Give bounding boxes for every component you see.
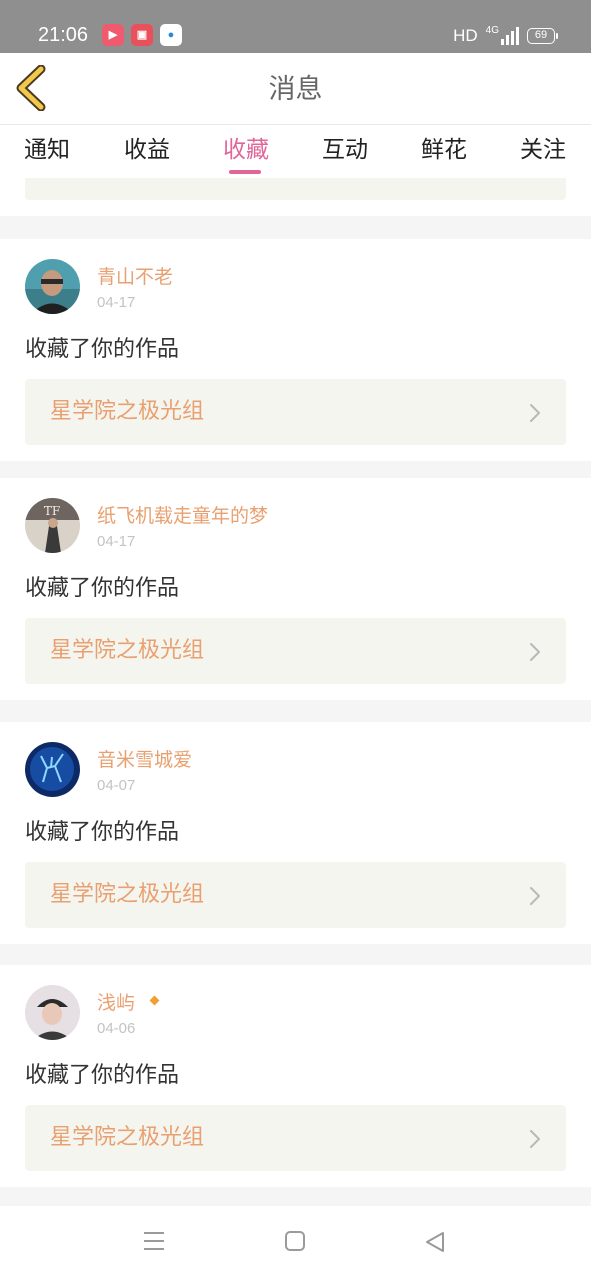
- timestamp: 04-17: [97, 533, 136, 550]
- battery-level: 69: [534, 29, 548, 41]
- message-list[interactable]: 青山不老 04-17 收藏了你的作品 星学院之极光组 TF 纸飞机载走童年的梦 …: [0, 178, 591, 1206]
- active-tab-indicator: [229, 170, 261, 174]
- username-text: 音米雪城爱: [97, 749, 193, 771]
- hd-label: HD: [453, 26, 478, 45]
- avatar[interactable]: [25, 259, 80, 314]
- work-link[interactable]: 星学院之极光组: [25, 379, 566, 445]
- network-label: 4G: [485, 24, 499, 36]
- work-link[interactable]: 星学院之极光组: [25, 1105, 566, 1171]
- home-icon[interactable]: [285, 1231, 305, 1251]
- chevron-right-icon: [530, 1130, 540, 1148]
- page-title: 消息: [268, 74, 323, 105]
- status-bar: 21:06 ▶ ▣ ● HD 4G 69: [0, 0, 591, 53]
- status-time: 21:06: [38, 24, 89, 46]
- tab-bar: 通知 收益 收藏 互动 鲜花 关注: [0, 126, 591, 178]
- list-item: TF 纸飞机载走童年的梦 04-17 收藏了你的作品 星学院之极光组: [0, 478, 591, 700]
- menu-icon[interactable]: [143, 1231, 165, 1251]
- username[interactable]: 浅屿: [97, 991, 160, 1015]
- username[interactable]: 音米雪城爱: [97, 748, 192, 772]
- timestamp: 04-06: [97, 1020, 136, 1037]
- svg-text:TF: TF: [44, 504, 60, 518]
- tab-flowers[interactable]: 鲜花: [421, 134, 467, 166]
- list-item: 青山不老 04-17 收藏了你的作品 星学院之极光组: [0, 239, 591, 461]
- battery-icon: 69: [527, 28, 558, 44]
- work-title: 星学院之极光组: [50, 638, 205, 663]
- work-title: 星学院之极光组: [50, 399, 205, 424]
- tab-interactions[interactable]: 互动: [322, 134, 368, 166]
- work-title: 星学院之极光组: [50, 1125, 205, 1150]
- list-item: 音米雪城爱 04-07 收藏了你的作品 星学院之极光组: [0, 722, 591, 944]
- username-text: 纸飞机载走童年的梦: [97, 505, 269, 527]
- status-indicators: HD 4G 69: [453, 24, 558, 47]
- list-item: 浅屿 04-06 收藏了你的作品 星学院之极光组: [0, 965, 591, 1187]
- vip-badge-icon: [149, 995, 160, 1006]
- chevron-right-icon: [530, 404, 540, 422]
- avatar[interactable]: [25, 742, 80, 797]
- tab-notifications[interactable]: 通知: [24, 134, 70, 166]
- username[interactable]: 青山不老: [97, 265, 173, 289]
- username-text: 青山不老: [97, 266, 174, 288]
- browser-app-icon: ●: [160, 24, 182, 46]
- back-icon[interactable]: [424, 1231, 446, 1253]
- timestamp: 04-17: [97, 294, 136, 311]
- work-link[interactable]: 星学院之极光组: [25, 862, 566, 928]
- chevron-right-icon: [530, 887, 540, 905]
- avatar[interactable]: TF: [25, 498, 80, 553]
- timestamp: 04-07: [97, 777, 136, 794]
- video-app-icon: ▶: [102, 24, 124, 46]
- recorder-app-icon: ▣: [131, 24, 153, 46]
- work-link[interactable]: [25, 178, 566, 200]
- chevron-right-icon: [530, 643, 540, 661]
- system-nav-bar: [0, 1206, 591, 1280]
- action-text: 收藏了你的作品: [25, 820, 180, 845]
- avatar[interactable]: [25, 985, 80, 1040]
- action-text: 收藏了你的作品: [25, 1063, 180, 1088]
- signal-icon: [501, 27, 519, 45]
- header: 消息: [0, 53, 591, 125]
- username[interactable]: 纸飞机载走童年的梦: [97, 504, 268, 528]
- work-link[interactable]: 星学院之极光组: [25, 618, 566, 684]
- tab-following[interactable]: 关注: [520, 134, 566, 166]
- tab-earnings[interactable]: 收益: [124, 134, 170, 166]
- list-item: [0, 178, 591, 216]
- tab-favorites[interactable]: 收藏: [223, 134, 269, 166]
- action-text: 收藏了你的作品: [25, 576, 180, 601]
- action-text: 收藏了你的作品: [25, 337, 180, 362]
- username-text: 浅屿: [97, 992, 136, 1014]
- work-title: 星学院之极光组: [50, 882, 205, 907]
